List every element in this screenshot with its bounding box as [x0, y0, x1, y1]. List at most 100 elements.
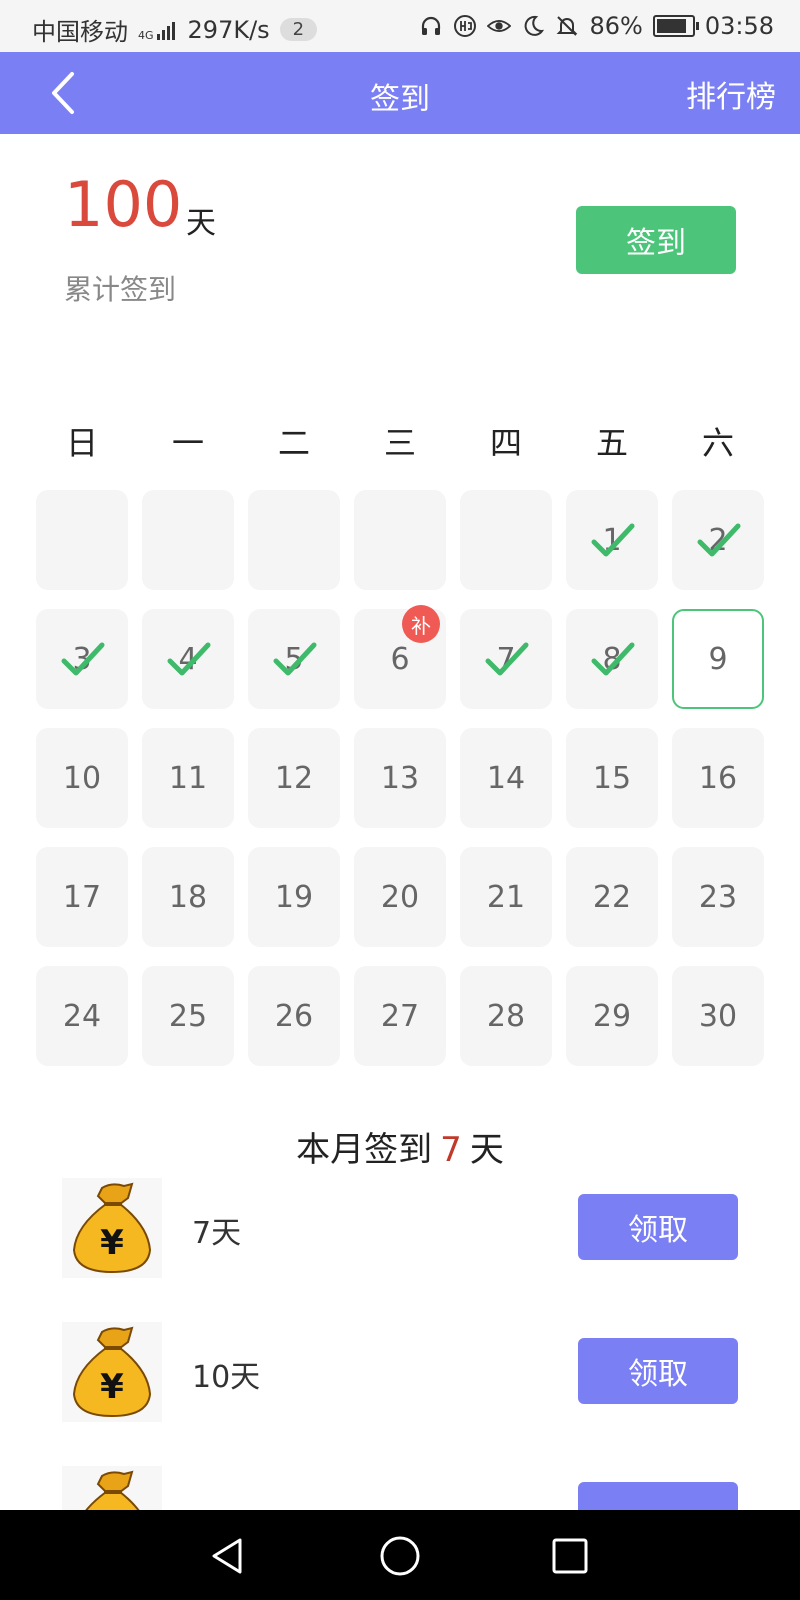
eye-comfort-icon — [487, 14, 512, 38]
calendar-week-row: 10 11 12 13 14 15 16 — [36, 728, 764, 828]
calendar-day-cell[interactable]: 8 — [566, 609, 658, 709]
calendar-day-cell[interactable]: 2 — [672, 490, 764, 590]
reward-row: ¥7天 领取 — [62, 1178, 738, 1278]
calendar-day-cell[interactable]: 14 — [460, 728, 552, 828]
calendar-day-number: 10 — [62, 760, 102, 796]
calendar-day-cell[interactable]: 26 — [248, 966, 340, 1066]
calendar-day-cell[interactable]: 17 — [36, 847, 128, 947]
calendar-day-cell[interactable]: 24 — [36, 966, 128, 1066]
calendar-day-number: 23 — [698, 879, 738, 915]
network-icon: 4G — [138, 19, 178, 41]
month-summary-prefix: 本月签到 — [296, 1130, 433, 1170]
calendar-day-cell[interactable]: 11 — [142, 728, 234, 828]
calendar-empty-cell — [354, 490, 446, 590]
calendar-day-number: 21 — [486, 879, 526, 915]
calendar-empty-cell — [142, 490, 234, 590]
calendar-day-cell[interactable]: 16 — [672, 728, 764, 828]
calendar-day-number: 9 — [708, 641, 728, 677]
weekday-label: 一 — [171, 424, 204, 462]
calendar-day-cell[interactable]: 9 — [672, 609, 764, 709]
check-icon — [697, 523, 741, 557]
square-recents-icon — [552, 1538, 588, 1574]
calendar-day-cell[interactable]: 1 — [566, 490, 658, 590]
nav-recents-button[interactable] — [548, 1534, 592, 1578]
calendar-day-number: 15 — [592, 760, 632, 796]
mute-bell-icon — [555, 14, 579, 38]
calendar-day-cell[interactable]: 12 — [248, 728, 340, 828]
network-speed: 297K/s — [187, 15, 270, 44]
calendar-week-row: 3456补789 — [36, 605, 764, 709]
calendar-day-cell[interactable]: 3 — [36, 609, 128, 709]
calendar-day-cell[interactable]: 21 — [460, 847, 552, 947]
leaderboard-link[interactable]: 排行榜 — [686, 72, 776, 116]
notification-count-badge: 2 — [279, 18, 318, 41]
calendar-day-number: 29 — [592, 998, 632, 1034]
calendar-day-cell[interactable]: 25 — [142, 966, 234, 1066]
calendar-day-number: 25 — [168, 998, 208, 1034]
carrier-name: 中国移动 — [32, 18, 128, 46]
calendar-day-number: 18 — [168, 879, 208, 915]
check-icon — [485, 642, 529, 676]
svg-text:¥: ¥ — [100, 1223, 124, 1263]
calendar-day-number: 22 — [592, 879, 632, 915]
check-icon — [167, 642, 211, 676]
weekday-header: 日一二三四五六 — [36, 418, 764, 464]
nav-back-button[interactable] — [206, 1534, 250, 1578]
calendar-day-cell[interactable]: 15 — [566, 728, 658, 828]
calendar-week-row: 12 — [36, 490, 764, 590]
makeup-signin-badge[interactable]: 补 — [402, 605, 440, 643]
calendar-day-number: 27 — [380, 998, 420, 1034]
calendar-day-cell[interactable]: 20 — [354, 847, 446, 947]
calendar-day-cell[interactable]: 7 — [460, 609, 552, 709]
calendar-day-cell[interactable]: 30 — [672, 966, 764, 1066]
total-signin-label: 累计签到 — [64, 273, 177, 306]
calendar-week-row: 17 18 19 20 21 22 23 — [36, 847, 764, 947]
check-icon — [591, 523, 635, 557]
money-bag-icon: ¥ — [62, 1322, 162, 1422]
calendar-day-number: 28 — [486, 998, 526, 1034]
reward-row: ¥10天 领取 — [62, 1322, 738, 1422]
calendar-day-cell[interactable]: 4 — [142, 609, 234, 709]
hd-call-icon — [453, 14, 477, 38]
signin-button[interactable]: 签到 — [576, 206, 736, 274]
check-icon — [61, 642, 105, 676]
calendar-day-number: 12 — [274, 760, 314, 796]
calendar-day-cell[interactable]: 22 — [566, 847, 658, 947]
calendar-day-cell[interactable]: 6补 — [354, 605, 446, 709]
calendar-day-cell[interactable]: 19 — [248, 847, 340, 947]
check-icon — [273, 642, 317, 676]
claim-reward-button[interactable]: 领取 — [578, 1194, 738, 1260]
calendar-day-number: 16 — [698, 760, 738, 796]
nav-home-button[interactable] — [378, 1534, 422, 1578]
calendar-day-cell[interactable]: 27 — [354, 966, 446, 1066]
calendar-day-cell[interactable]: 23 — [672, 847, 764, 947]
weekday-label: 五 — [595, 424, 628, 462]
calendar-day-number: 30 — [698, 998, 738, 1034]
calendar-day-cell[interactable]: 29 — [566, 966, 658, 1066]
svg-text:¥: ¥ — [100, 1367, 124, 1407]
weekday-label: 日 — [65, 424, 98, 462]
status-bar: 中国移动 4G 297K/s 2 86% 03:58 — [0, 0, 800, 52]
calendar-day-cell[interactable]: 10 — [36, 728, 128, 828]
headphones-icon — [419, 14, 443, 38]
calendar-day-number: 6 — [390, 641, 410, 677]
calendar-day-number: 26 — [274, 998, 314, 1034]
weekday-label: 三 — [383, 424, 416, 462]
clock: 03:58 — [704, 12, 774, 40]
weekday-label: 六 — [701, 424, 734, 462]
weekday-label: 二 — [277, 424, 310, 462]
weekday-label: 四 — [489, 424, 522, 462]
system-nav-bar — [0, 1510, 800, 1600]
claim-reward-button[interactable]: 领取 — [578, 1338, 738, 1404]
triangle-back-icon — [212, 1538, 242, 1574]
calendar-day-cell[interactable]: 18 — [142, 847, 234, 947]
calendar-day-cell[interactable]: 28 — [460, 966, 552, 1066]
calendar-day-cell[interactable]: 5 — [248, 609, 340, 709]
calendar-empty-cell — [248, 490, 340, 590]
moon-icon — [521, 14, 545, 38]
calendar-day-cell[interactable]: 13 — [354, 728, 446, 828]
month-signin-count: 7 — [440, 1130, 462, 1170]
calendar-day-number: 13 — [380, 760, 420, 796]
page-title: 签到 — [370, 82, 430, 117]
reward-days-label: 7天 — [192, 1216, 242, 1251]
